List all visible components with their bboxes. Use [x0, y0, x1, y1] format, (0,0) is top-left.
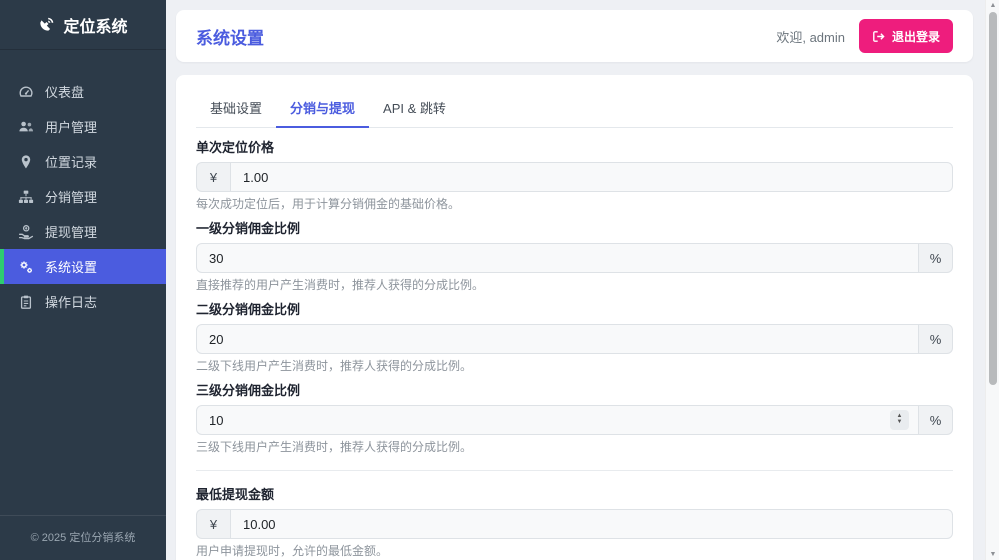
hand-money-icon — [18, 224, 34, 240]
field-help-text: 用户申请提现时，允许的最低金额。 — [196, 544, 953, 558]
field-help-text: 直接推荐的用户产生消费时，推荐人获得的分成比例。 — [196, 278, 953, 292]
clipboard-icon — [18, 294, 34, 310]
field-level2-commission: 二级分销佣金比例 % 二级下线用户产生消费时，推荐人获得的分成比例。 — [196, 302, 953, 373]
brand: 定位系统 — [0, 0, 166, 50]
page-title: 系统设置 — [196, 24, 264, 49]
tab-distribution-withdrawal[interactable]: 分销与提现 — [276, 90, 369, 128]
vertical-scrollbar[interactable]: ▲ ▼ — [985, 0, 999, 560]
field-label: 单次定位价格 — [196, 140, 953, 155]
sidebar-item-label: 用户管理 — [45, 117, 97, 136]
scrollbar-down-arrow[interactable]: ▼ — [986, 551, 999, 558]
scrollbar-up-arrow[interactable]: ▲ — [986, 2, 999, 9]
sidebar-item-label: 操作日志 — [45, 292, 97, 311]
input-group: ¥ — [196, 162, 953, 192]
currency-prefix: ¥ — [196, 162, 230, 192]
satellite-dish-icon — [38, 16, 55, 33]
sitemap-icon — [18, 189, 34, 205]
min-withdrawal-amount-input[interactable] — [230, 509, 953, 539]
tachometer-icon — [18, 84, 34, 100]
sidebar-menu: 仪表盘 用户管理 位置记录 分销管理 提现管理 — [0, 74, 166, 319]
field-help-text: 二级下线用户产生消费时，推荐人获得的分成比例。 — [196, 359, 953, 373]
brand-title: 定位系统 — [63, 13, 127, 37]
field-help-text: 三级下线用户产生消费时，推荐人获得的分成比例。 — [196, 440, 953, 454]
map-marker-icon — [18, 154, 34, 170]
gears-icon — [18, 259, 34, 275]
sidebar-item-system-settings[interactable]: 系统设置 — [0, 249, 166, 284]
sidebar: 定位系统 仪表盘 用户管理 位置记录 分销管理 — [0, 0, 166, 560]
welcome-text: 欢迎, admin — [776, 27, 845, 46]
scrollbar-thumb[interactable] — [989, 12, 997, 385]
level3-commission-input[interactable] — [196, 405, 919, 435]
input-group: % — [196, 243, 953, 273]
settings-tabs: 基础设置 分销与提现 API & 跳转 — [196, 90, 953, 128]
field-level1-commission: 一级分销佣金比例 % 直接推荐的用户产生消费时，推荐人获得的分成比例。 — [196, 221, 953, 292]
sidebar-item-dashboard[interactable]: 仪表盘 — [0, 74, 166, 109]
level2-commission-input[interactable] — [196, 324, 919, 354]
sidebar-footer-copyright: © 2025 定位分销系统 — [0, 515, 166, 560]
settings-form: 单次定位价格 ¥ 每次成功定位后，用于计算分销佣金的基础价格。 一级分销佣金比例… — [196, 128, 953, 560]
sidebar-item-label: 位置记录 — [45, 152, 97, 171]
sidebar-item-label: 仪表盘 — [45, 82, 84, 101]
sidebar-item-operation-logs[interactable]: 操作日志 — [0, 284, 166, 319]
field-level3-commission: 三级分销佣金比例 ▲▼ % 三级下线用户产生消费时，推荐人获得的分成比例。 — [196, 383, 953, 454]
field-single-location-price: 单次定位价格 ¥ 每次成功定位后，用于计算分销佣金的基础价格。 — [196, 140, 953, 211]
sidebar-item-location-records[interactable]: 位置记录 — [0, 144, 166, 179]
sidebar-item-users[interactable]: 用户管理 — [0, 109, 166, 144]
users-icon — [18, 119, 34, 135]
logout-button-label: 退出登录 — [892, 28, 940, 45]
field-help-text: 每次成功定位后，用于计算分销佣金的基础价格。 — [196, 197, 953, 211]
percent-suffix: % — [919, 243, 953, 273]
field-label: 一级分销佣金比例 — [196, 221, 953, 236]
percent-suffix: % — [919, 405, 953, 435]
sidebar-item-distribution[interactable]: 分销管理 — [0, 179, 166, 214]
sign-out-icon — [872, 30, 885, 43]
settings-card: 基础设置 分销与提现 API & 跳转 单次定位价格 ¥ 每次成功定位后，用于计… — [176, 75, 973, 560]
tab-api-redirect[interactable]: API & 跳转 — [369, 90, 460, 128]
logout-button[interactable]: 退出登录 — [859, 19, 953, 53]
field-label: 最低提现金额 — [196, 487, 953, 502]
field-label: 二级分销佣金比例 — [196, 302, 953, 317]
header-right: 欢迎, admin 退出登录 — [776, 19, 953, 53]
sidebar-item-label: 分销管理 — [45, 187, 97, 206]
percent-suffix: % — [919, 324, 953, 354]
page-header: 系统设置 欢迎, admin 退出登录 — [176, 10, 973, 62]
sidebar-item-withdrawals[interactable]: 提现管理 — [0, 214, 166, 249]
main-area: 系统设置 欢迎, admin 退出登录 基础设置 分销与提现 API & 跳转 … — [166, 0, 985, 560]
sidebar-item-label: 提现管理 — [45, 222, 97, 241]
level1-commission-input[interactable] — [196, 243, 919, 273]
section-divider — [196, 470, 953, 471]
input-group: ▲▼ % — [196, 405, 953, 435]
currency-prefix: ¥ — [196, 509, 230, 539]
input-group: ¥ — [196, 509, 953, 539]
field-min-withdrawal-amount: 最低提现金额 ¥ 用户申请提现时，允许的最低金额。 — [196, 487, 953, 558]
tab-basic-settings[interactable]: 基础设置 — [196, 90, 276, 128]
sidebar-item-label: 系统设置 — [45, 257, 97, 276]
spinner-down-icon: ▼ — [897, 420, 903, 426]
input-group: % — [196, 324, 953, 354]
field-label: 三级分销佣金比例 — [196, 383, 953, 398]
single-location-price-input[interactable] — [230, 162, 953, 192]
number-spinner[interactable]: ▲▼ — [890, 410, 909, 430]
